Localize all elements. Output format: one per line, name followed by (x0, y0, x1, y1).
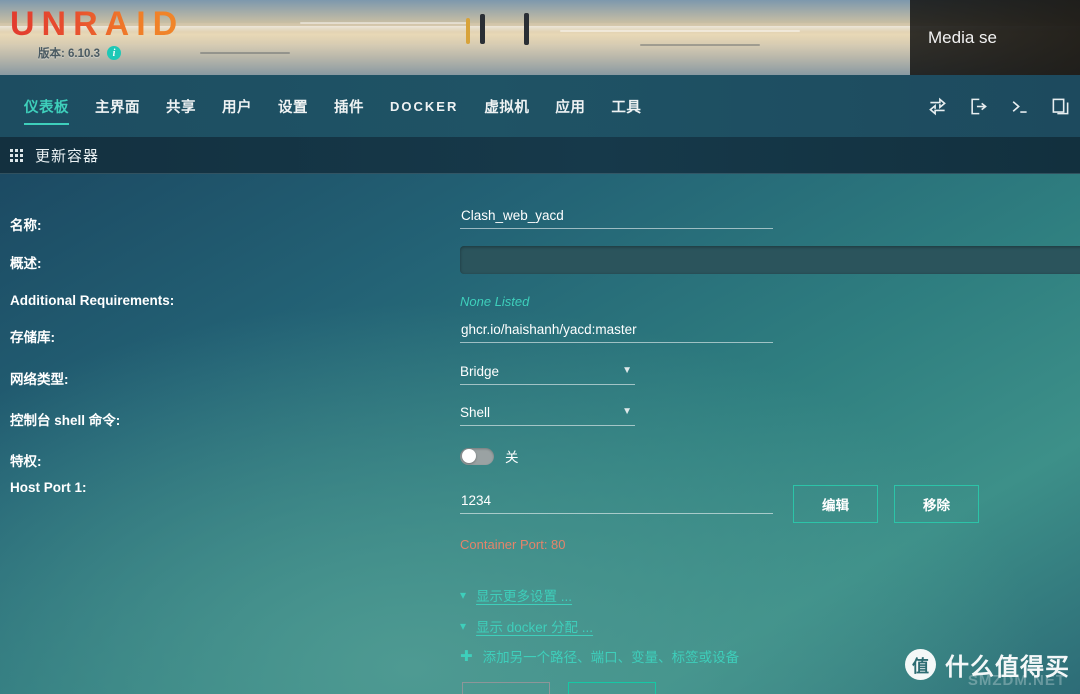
surfboard (466, 18, 470, 44)
add-another-config-label: 添加另一个路径、端口、变量、标签或设备 (482, 650, 740, 665)
host-port-1-input[interactable] (460, 493, 773, 514)
console-shell-value: Shell (460, 405, 491, 420)
nav-item-users[interactable]: 用户 (209, 75, 265, 137)
grid-icon (10, 148, 23, 162)
repository-label: 存储库: (10, 330, 55, 345)
banner-streak (560, 30, 800, 32)
name-input[interactable] (460, 208, 773, 229)
media-server-label: Media se (928, 27, 997, 47)
banner-streak (200, 52, 290, 54)
logout-icon[interactable] (969, 97, 988, 116)
host-port-1-label: Host Port 1: (10, 480, 87, 495)
console-shell-select[interactable]: Shell ▼ (460, 405, 635, 426)
add-another-config-link[interactable]: ✚ 添加另一个路径、端口、变量、标签或设备 (460, 646, 739, 666)
privileged-state-label: 关 (505, 450, 519, 465)
plus-icon: ✚ (460, 647, 473, 665)
info-icon[interactable]: i (107, 46, 121, 60)
privileged-toggle-row: 关 (460, 446, 519, 466)
privileged-toggle[interactable] (460, 447, 494, 465)
cancel-button[interactable] (462, 682, 550, 694)
edit-port-button[interactable]: 编辑 (793, 485, 878, 523)
apply-button[interactable] (568, 682, 656, 694)
nav-item-shares[interactable]: 共享 (153, 75, 209, 137)
additional-requirements-label: Additional Requirements: (10, 293, 175, 308)
show-docker-allocations-label: 显示 docker 分配 ... (476, 620, 594, 635)
nav-item-vms[interactable]: 虚拟机 (471, 75, 542, 137)
watermark-subtext: SMZDM.NET (967, 672, 1066, 689)
logo-text: UNRAID (10, 5, 185, 43)
privileged-label: 特权: (10, 454, 42, 469)
nav-item-settings[interactable]: 设置 (265, 75, 321, 137)
surfer-figure (480, 14, 485, 44)
show-more-settings-label: 显示更多设置 ... (476, 589, 573, 604)
version-label: 版本: 6.10.3 (38, 48, 100, 60)
network-type-select[interactable]: Bridge ▼ (460, 364, 635, 385)
nav-item-tools[interactable]: 工具 (598, 75, 654, 137)
page-title-bar: 更新容器 (0, 137, 1080, 174)
toggle-knob (461, 449, 476, 463)
container-settings-form: 名称: 概述: Additional Requirements: None Li… (0, 174, 1080, 694)
additional-requirements-value: None Listed (460, 294, 530, 309)
brand-logo: UNRAID 版本: 6.10.3 i (10, 4, 184, 61)
network-type-value: Bridge (460, 364, 500, 379)
show-more-settings-link[interactable]: ▾ 显示更多设置 ... (460, 585, 572, 605)
description-textarea[interactable] (460, 246, 1080, 274)
chevron-down-icon: ▾ (460, 619, 467, 633)
nav-item-apps[interactable]: 应用 (542, 75, 598, 137)
main-navigation: 仪表板 主界面 共享 用户 设置 插件 DOCKER 虚拟机 应用 工具 (0, 75, 1080, 137)
unraid-page: UNRAID 版本: 6.10.3 i Media se 仪表板 主界面 共享 … (0, 0, 1080, 694)
container-port-text: Container Port: 80 (460, 537, 566, 552)
media-server-panel[interactable]: Media se (910, 0, 1080, 75)
version-row: 版本: 6.10.3 i (38, 45, 184, 61)
terminal-icon[interactable] (1010, 97, 1029, 116)
console-shell-label: 控制台 shell 命令: (10, 413, 121, 428)
chevron-down-icon: ▼ (622, 406, 632, 417)
name-label: 名称: (10, 218, 42, 233)
surfer-figure (524, 13, 529, 45)
description-label: 概述: (10, 256, 42, 271)
nav-item-list: 仪表板 主界面 共享 用户 设置 插件 DOCKER 虚拟机 应用 工具 (0, 75, 654, 137)
chevron-down-icon: ▼ (622, 365, 632, 376)
show-docker-allocations-link[interactable]: ▾ 显示 docker 分配 ... (460, 616, 593, 636)
network-type-label: 网络类型: (10, 372, 69, 387)
nav-item-plugins[interactable]: 插件 (321, 75, 377, 137)
banner-streak (300, 22, 470, 24)
form-action-buttons (462, 682, 656, 694)
copy-icon[interactable] (1051, 97, 1070, 116)
nav-item-main[interactable]: 主界面 (82, 75, 153, 137)
chevron-down-icon: ▾ (460, 588, 467, 602)
repository-input[interactable] (460, 322, 773, 343)
nav-item-docker[interactable]: DOCKER (377, 75, 471, 137)
remove-port-button[interactable]: 移除 (894, 485, 979, 523)
page-title: 更新容器 (35, 147, 100, 165)
reboot-icon[interactable] (928, 97, 947, 116)
banner-streak (640, 44, 760, 46)
nav-icon-group (928, 75, 1080, 137)
nav-item-dashboard[interactable]: 仪表板 (11, 75, 82, 137)
